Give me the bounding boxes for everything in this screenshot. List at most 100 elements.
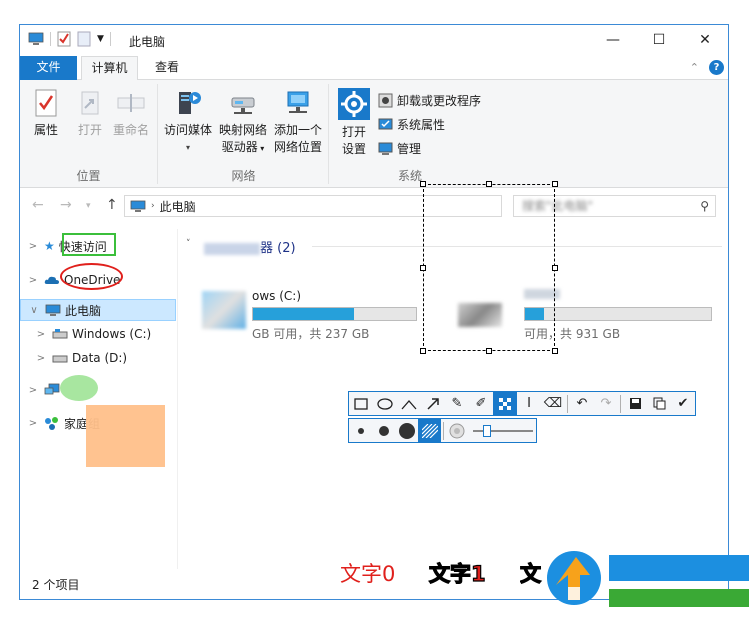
resize-handle[interactable] [552, 181, 558, 187]
manage-label: 管理 [397, 142, 422, 156]
resize-handle[interactable] [420, 181, 426, 187]
manage-button[interactable]: 管理 [378, 140, 421, 157]
open-settings-button[interactable]: 打开 设置 [334, 88, 374, 158]
drive-c-tile[interactable]: ows (C:) GB 可用，共 237 GB [202, 289, 442, 341]
collapse-ribbon-icon[interactable]: ⌃ [690, 61, 699, 74]
drive-icon [52, 329, 68, 339]
redo-icon[interactable]: ↷ [594, 392, 618, 415]
breadcrumb-separator-icon: › [151, 201, 155, 211]
annotation-rect-green [62, 233, 116, 256]
drive-c-icon [202, 291, 246, 329]
sidebar-item-data-d[interactable]: > Data (D:) [20, 347, 178, 369]
uninstall-programs-button[interactable]: 卸载或更改程序 [378, 92, 481, 109]
undo-icon[interactable]: ↶ [570, 392, 594, 415]
resize-handle[interactable] [552, 348, 558, 354]
section-header[interactable]: 器 (2) [204, 237, 296, 256]
chevron-right-icon[interactable]: > [26, 418, 40, 429]
star-icon: ★ [44, 239, 55, 253]
brush-size-small-icon[interactable] [349, 419, 372, 442]
mosaic-tool-icon[interactable] [493, 392, 517, 415]
eraser-tool-icon[interactable]: ⌫ [541, 392, 565, 415]
quick-access-toolbar: ▼ [28, 31, 111, 47]
customize-toolbar-dropdown-icon[interactable]: ▼ [97, 34, 104, 44]
brush-size-medium-icon[interactable] [372, 419, 395, 442]
rename-label: 重命名 [112, 123, 149, 137]
tab-computer[interactable]: 计算机 [81, 56, 138, 81]
resize-handle[interactable] [420, 265, 426, 271]
annotation-toolbar: ✎ ✐ I ⌫ ↶ ↷ ✔ [348, 391, 696, 416]
ribbon-tabs: 文件 计算机 查看 [20, 56, 728, 81]
chevron-right-icon[interactable]: > [26, 275, 40, 286]
brush-size-large-icon[interactable] [395, 419, 418, 442]
minimize-button[interactable]: — [590, 25, 636, 55]
chevron-down-icon[interactable]: ∨ [27, 305, 41, 316]
up-arrow-icon[interactable]: ↑ [106, 197, 118, 213]
blur-strength-icon [446, 419, 469, 442]
sidebar-item-windows-c[interactable]: > Windows (C:) [20, 323, 178, 345]
map-network-drive-label-1: 映射网络 [218, 123, 267, 137]
close-button[interactable]: ✕ [682, 25, 728, 55]
mosaic-pattern-icon[interactable] [418, 419, 441, 442]
sidebar-item-network[interactable]: > 网络 [20, 379, 178, 401]
title-bar: ▼ 此电脑 — ☐ ✕ [20, 25, 728, 55]
properties-button[interactable]: 属性 [26, 88, 66, 139]
maximize-button[interactable]: ☐ [636, 25, 682, 55]
chevron-right-icon[interactable]: > [34, 329, 48, 340]
system-group: 打开 设置 卸载或更改程序 系统属性 管理 系统 [330, 84, 490, 184]
pen-tool-icon[interactable]: ✎ [445, 392, 469, 415]
system-properties-button[interactable]: 系统属性 [378, 116, 445, 133]
map-network-drive-button[interactable]: 映射网络 驱动器 ▾ [217, 88, 269, 157]
location-group: 属性 打开 重命名 位置 [20, 84, 158, 184]
new-folder-icon[interactable] [77, 31, 91, 47]
search-icon[interactable]: ⚲ [700, 196, 709, 216]
chevron-right-icon[interactable]: > [34, 353, 48, 364]
rename-button[interactable]: 重命名 [110, 88, 152, 139]
slider-track [472, 430, 533, 432]
drive-c-free-space: GB 可用，共 237 GB [252, 327, 370, 341]
open-settings-label-1: 打开 [341, 125, 366, 139]
sidebar-item-this-pc[interactable]: ∨ 此电脑 [20, 299, 176, 321]
highlighter-tool-icon[interactable]: ✐ [469, 392, 493, 415]
uninstall-icon [378, 93, 393, 108]
back-arrow-icon[interactable]: ← [32, 197, 44, 213]
manage-icon [378, 142, 393, 155]
resize-handle[interactable] [552, 265, 558, 271]
confirm-check-icon[interactable]: ✔ [671, 392, 695, 415]
breadcrumb-current[interactable]: 此电脑 [160, 198, 196, 215]
rectangle-tool-icon[interactable] [349, 392, 373, 415]
collapse-section-icon[interactable]: ˅ [186, 239, 191, 249]
computer-icon [130, 200, 146, 212]
resize-handle[interactable] [486, 181, 492, 187]
copy-icon[interactable] [647, 392, 671, 415]
text-tool-icon[interactable]: I [517, 392, 541, 415]
capture-selection-box[interactable] [420, 181, 558, 354]
chevron-right-icon[interactable]: > [26, 241, 40, 252]
slider-thumb[interactable] [482, 425, 491, 437]
sidebar-item-label: 此电脑 [65, 303, 102, 318]
help-icon[interactable]: ? [709, 60, 724, 75]
tab-file[interactable]: 文件 [20, 56, 77, 80]
map-network-drive-label-2: 驱动器 [221, 140, 258, 154]
chevron-down-icon: ▾ [185, 143, 190, 152]
add-network-location-button[interactable]: 添加一个 网络位置 [271, 88, 325, 156]
uninstall-programs-label: 卸载或更改程序 [397, 94, 482, 108]
arrow-tool-icon[interactable] [421, 392, 445, 415]
properties-icon [35, 89, 57, 117]
save-icon[interactable] [623, 392, 647, 415]
resize-handle[interactable] [420, 348, 426, 354]
highlight-rect-orange [86, 405, 165, 467]
open-button[interactable]: 打开 [70, 88, 110, 139]
intensity-slider[interactable] [469, 419, 536, 442]
access-media-button[interactable]: 访问媒体 ▾ [163, 88, 213, 156]
recent-locations-chevron-icon[interactable]: ▾ [86, 201, 91, 211]
line-tool-icon[interactable] [397, 392, 421, 415]
properties-icon[interactable] [57, 31, 71, 47]
ribbon: 属性 打开 重命名 位置 访问媒体 ▾ 映射网络 驱动器 ▾ 添加一个 网络位置… [20, 80, 728, 188]
tab-view[interactable]: 查看 [142, 56, 192, 80]
ellipse-tool-icon[interactable] [373, 392, 397, 415]
explorer-window: ▼ 此电脑 — ☐ ✕ 文件 计算机 查看 ⌃ ? 属性 打开 重命名 位置 访… [19, 24, 729, 600]
status-bar-text: 2 个项目 [32, 578, 80, 592]
forward-arrow-icon[interactable]: → [60, 197, 72, 213]
resize-handle[interactable] [486, 348, 492, 354]
chevron-right-icon[interactable]: > [26, 385, 40, 396]
